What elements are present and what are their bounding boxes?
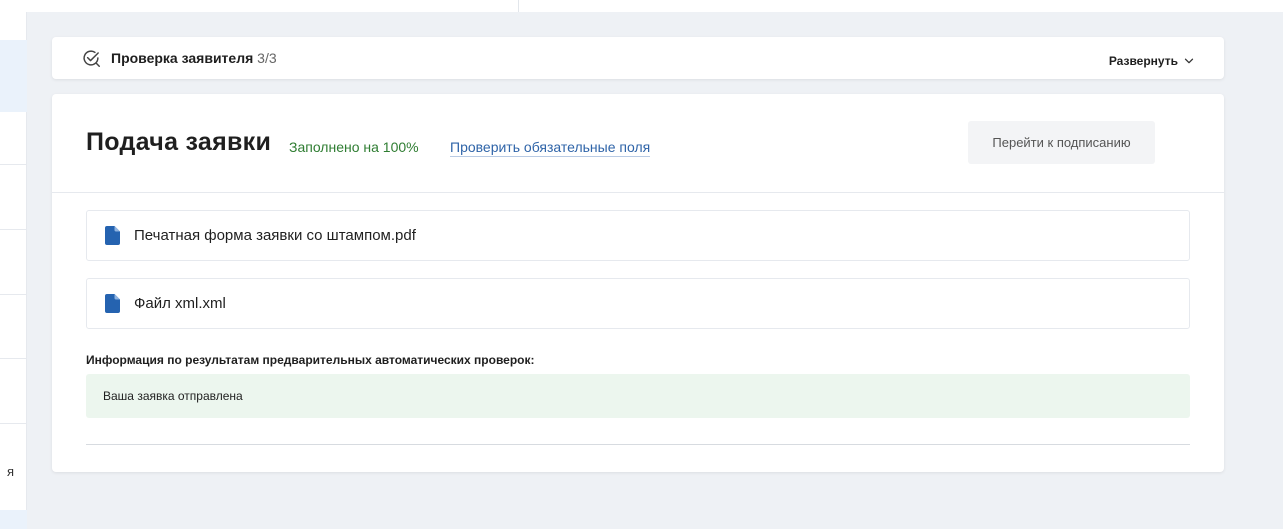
info-message-box: Ваша заявка отправлена <box>86 374 1190 418</box>
file-name: Файл xml.xml <box>134 295 226 312</box>
applicant-check-card: Проверка заявителя 3/3 Развернуть <box>52 37 1224 79</box>
document-icon <box>105 294 120 313</box>
top-strip <box>0 0 1283 12</box>
info-label: Информация по результатам предварительны… <box>86 353 535 367</box>
sidebar-item[interactable] <box>0 510 27 529</box>
expand-button[interactable]: Развернуть <box>1109 54 1194 68</box>
go-to-signing-button[interactable]: Перейти к подписанию <box>968 121 1155 164</box>
info-message: Ваша заявка отправлена <box>103 389 243 403</box>
sidebar: я <box>0 12 27 529</box>
sidebar-divider <box>0 229 27 230</box>
fill-status: Заполнено на 100% <box>289 139 419 155</box>
file-item-xml[interactable]: Файл xml.xml <box>86 278 1190 329</box>
applicant-check-count: 3/3 <box>257 50 277 66</box>
sidebar-item-label[interactable]: я <box>7 464 14 479</box>
check-circle-icon <box>83 50 100 67</box>
divider <box>86 444 1190 445</box>
document-icon <box>105 226 120 245</box>
file-name: Печатная форма заявки со штампом.pdf <box>134 227 416 244</box>
submission-card: Подача заявки Заполнено на 100% Проверит… <box>52 94 1224 472</box>
applicant-check-title-text: Проверка заявителя <box>111 50 254 66</box>
sidebar-divider <box>0 294 27 295</box>
submission-header: Подача заявки Заполнено на 100% Проверит… <box>52 94 1224 193</box>
expand-button-label: Развернуть <box>1108 54 1178 68</box>
page-title: Подача заявки <box>86 128 272 156</box>
sidebar-item-active[interactable] <box>0 40 27 112</box>
header-divider <box>518 0 519 12</box>
sidebar-divider <box>0 164 27 165</box>
file-item-pdf[interactable]: Печатная форма заявки со штампом.pdf <box>86 210 1190 261</box>
sidebar-divider <box>0 358 27 359</box>
sidebar-divider <box>0 423 27 424</box>
chevron-down-icon <box>1184 58 1194 64</box>
check-required-fields-link[interactable]: Проверить обязательные поля <box>450 139 651 157</box>
applicant-check-title: Проверка заявителя 3/3 <box>111 50 277 66</box>
